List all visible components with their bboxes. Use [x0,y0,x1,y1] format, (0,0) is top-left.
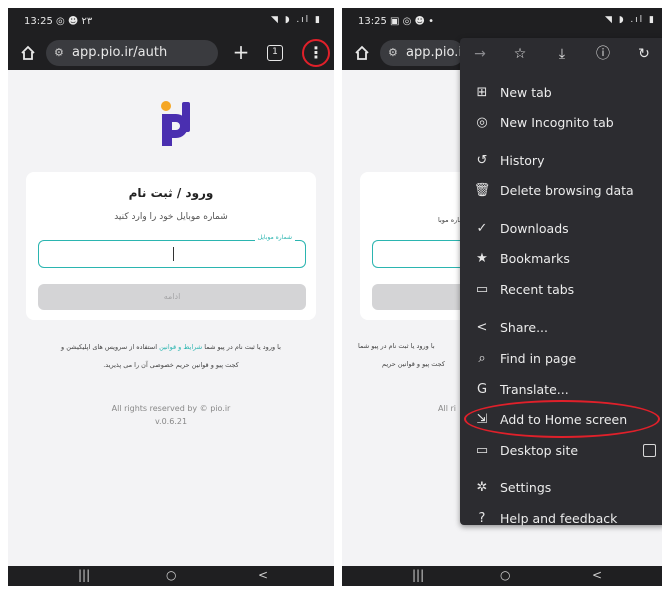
site-settings-icon[interactable]: ⚙ [388,40,398,66]
status-icons: ◥ ◗ .ıl ▮ [270,15,322,25]
login-title: ورود / ثبت نام [128,186,214,200]
status-time: 13:25 ▣ ◎ ☻ • [358,16,435,27]
new-tab-button[interactable]: + [230,39,252,65]
terms-text: با ورود یا ثبت نام در پیو شما شرایط و قو… [12,338,330,374]
menu-label: History [500,153,545,168]
copyright-partial: All ri [438,404,456,413]
status-icons: ◥ ◗ .ıl ▮ [604,15,656,25]
home-nav-button[interactable]: ○ [166,568,176,582]
recent-tabs-icon: ▭ [475,282,489,297]
menu-top-row: → ☆ ⤓ ⓘ ↻ [460,38,662,68]
menu-new-incognito-tab[interactable]: ◎ New Incognito tab [460,110,662,136]
menu-find-in-page[interactable]: ⌕ Find in page [460,346,662,372]
home-nav-button[interactable]: ○ [500,568,510,582]
terms-partial-1: با ورود یا ثبت نام در پیو شما [358,342,435,350]
back-button[interactable]: < [592,568,602,582]
incognito-icon: ◎ [476,115,488,130]
download-icon[interactable]: ⤓ [550,44,574,64]
history-icon: ↺ [476,153,488,168]
menu-label: Find in page [500,351,577,366]
menu-label: Recent tabs [500,282,575,297]
menu-recent-tabs[interactable]: ▭ Recent tabs [460,277,662,303]
menu-label: New Incognito tab [500,115,614,130]
bookmark-star-icon[interactable]: ☆ [508,44,532,64]
menu-label: Downloads [500,221,569,236]
highlight-ellipse [464,400,660,438]
terms-part-a: با ورود یا ثبت نام در پیو شما [204,343,281,351]
new-tab-icon: ⊞ [476,85,488,100]
trash-icon: 🗑 [473,183,491,198]
menu-label: Bookmarks [500,251,570,266]
version-text: v.0.6.21 [154,417,188,426]
browser-overflow-menu: → ☆ ⤓ ⓘ ↻ ⊞ New tab ◎ New Incognito tab … [460,38,662,526]
menu-bookmarks[interactable]: ★ Bookmarks [460,246,662,272]
text-caret [173,247,174,261]
menu-delete-browsing-data[interactable]: 🗑 Delete browsing data [460,178,662,204]
system-nav-bar: ||| ○ < [342,566,662,586]
downloads-icon: ✓ [476,221,488,236]
address-text: app.pio.ir/auth [72,45,168,60]
pio-logo [161,101,190,146]
status-bar: 13:25 ▣ ◎ ☻ • ◥ ◗ .ıl ▮ [342,8,662,36]
desktop-site-checkbox[interactable] [643,444,656,457]
login-subtitle: شماره موبایل خود را وارد کنید [114,212,228,222]
menu-label: Share... [500,320,548,335]
terms-line-2: کجت پیو و قوانین حریم خصوصی آن را می پذی… [103,361,239,369]
settings-gear-icon: ✲ [476,480,488,495]
mobile-number-label: شماره موبایل [254,234,295,241]
terms-link[interactable]: شرایط و قوانین [159,343,202,351]
back-button[interactable]: < [258,568,268,582]
address-bar[interactable]: ⚙ app.pio.i [380,40,464,66]
mobile-number-input[interactable]: شماره موبایل [38,234,306,268]
menu-label: Delete browsing data [500,183,634,198]
forward-icon[interactable]: → [468,44,492,64]
translate-icon: G [476,382,488,397]
menu-label: New tab [500,85,552,100]
menu-help-and-feedback[interactable]: ? Help and feedback [460,506,662,532]
menu-label: Desktop site [500,443,579,458]
home-icon[interactable] [352,43,372,63]
refresh-icon[interactable]: ↻ [632,44,656,64]
continue-button[interactable]: ادامه [38,284,306,310]
highlight-circle [302,39,330,67]
address-bar[interactable]: ⚙ app.pio.ir/auth [46,40,218,66]
left-phone-screen: 13:25 ◎ ☻ ۲۳ ◥ ◗ .ıl ▮ ⚙ app.pio.ir/auth… [8,8,334,586]
system-nav-bar: ||| ○ < [8,566,334,586]
auth-page: ورود / ثبت نام شماره موبایل خود را وارد … [8,70,334,566]
menu-label: Settings [500,480,552,495]
menu-desktop-site[interactable]: ▭ Desktop site [460,438,662,464]
tab-switcher-button[interactable]: 1 [267,45,283,61]
recents-button[interactable]: ||| [412,568,424,582]
right-phone-screen: 13:25 ▣ ◎ ☻ • ◥ ◗ .ıl ▮ ⚙ app.pio.i شمار… [342,8,662,586]
terms-part-b: استفاده از سرویس های اپلیکیشن و [61,343,158,351]
address-text: app.pio.i [406,45,462,60]
login-card: ورود / ثبت نام شماره موبایل خود را وارد … [26,172,316,320]
help-icon: ? [478,511,486,526]
recents-button[interactable]: ||| [78,568,90,582]
menu-share[interactable]: < Share... [460,315,662,341]
terms-partial-2: کجت پیو و قوانین حریم [382,360,445,368]
browser-toolbar: ⚙ app.pio.ir/auth + 1 ⋮ [8,36,334,70]
menu-settings[interactable]: ✲ Settings [460,475,662,501]
page-info-icon[interactable]: ⓘ [591,44,615,64]
menu-downloads[interactable]: ✓ Downloads [460,216,662,242]
status-time: 13:25 ◎ ☻ ۲۳ [24,16,93,27]
menu-new-tab[interactable]: ⊞ New tab [460,80,662,106]
site-settings-icon[interactable]: ⚙ [54,40,64,66]
footer: All rights reserved by © pio.ir v.0.6.21 [8,402,334,428]
share-icon: < [476,320,488,335]
menu-label: Help and feedback [500,511,618,526]
desktop-site-icon: ▭ [475,443,489,458]
menu-label: Translate... [500,382,569,397]
menu-history[interactable]: ↺ History [460,148,662,174]
find-in-page-icon: ⌕ [478,351,486,366]
bookmarks-star-icon: ★ [476,251,488,266]
copyright-text: All rights reserved by © pio.ir [111,404,231,413]
status-bar: 13:25 ◎ ☻ ۲۳ ◥ ◗ .ıl ▮ [8,8,334,36]
home-icon[interactable] [18,43,38,63]
